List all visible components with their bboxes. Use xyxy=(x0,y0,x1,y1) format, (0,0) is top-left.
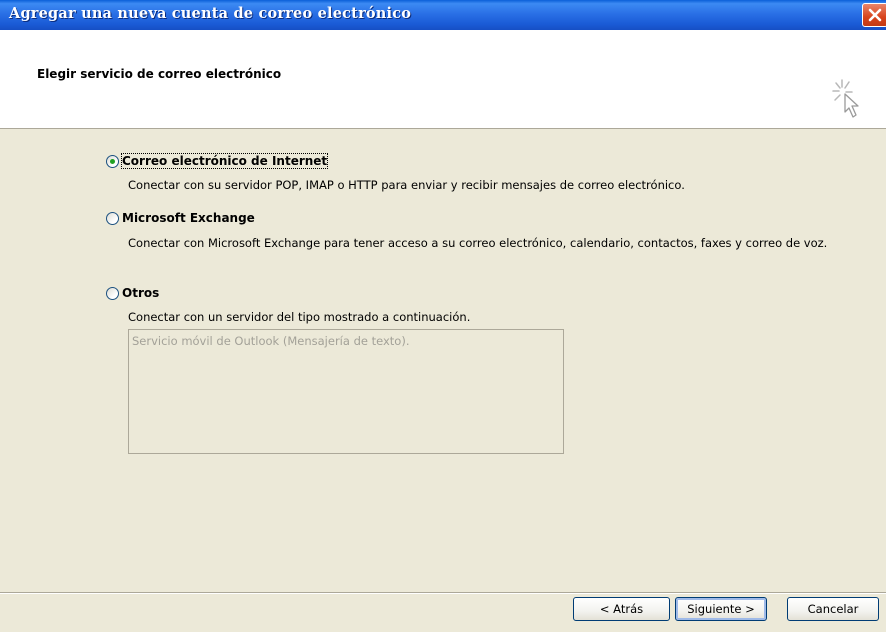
wizard-header: Elegir servicio de correo electrónico xyxy=(0,30,886,129)
option-others[interactable]: Otros xyxy=(106,286,159,300)
option-label: Microsoft Exchange xyxy=(122,211,255,225)
next-button[interactable]: Siguiente > xyxy=(675,597,767,621)
option-label: Correo electrónico de Internet xyxy=(120,153,329,169)
radio-internet-email[interactable] xyxy=(106,154,119,168)
title-bar[interactable]: Agregar una nueva cuenta de correo elect… xyxy=(0,0,886,30)
radio-others[interactable] xyxy=(106,286,119,300)
radio-microsoft-exchange[interactable] xyxy=(106,211,119,225)
close-icon xyxy=(868,8,882,22)
window-title: Agregar una nueva cuenta de correo elect… xyxy=(9,5,412,22)
option-description: Conectar con su servidor POP, IMAP o HTT… xyxy=(128,178,685,192)
footer-divider xyxy=(0,592,886,594)
option-description: Conectar con Microsoft Exchange para ten… xyxy=(128,236,828,250)
option-microsoft-exchange[interactable]: Microsoft Exchange xyxy=(106,211,255,225)
wizard-cursor-icon xyxy=(832,79,859,118)
page-title: Elegir servicio de correo electrónico xyxy=(37,67,282,81)
option-internet-email[interactable]: Correo electrónico de Internet xyxy=(106,153,329,169)
cancel-button[interactable]: Cancelar xyxy=(787,597,879,621)
option-label: Otros xyxy=(122,286,160,300)
back-button[interactable]: < Atrás xyxy=(573,597,670,621)
close-button[interactable] xyxy=(862,3,886,27)
list-item: Servicio móvil de Outlook (Mensajería de… xyxy=(132,334,410,348)
option-description: Conectar con un servidor del tipo mostra… xyxy=(128,310,471,324)
other-services-list: Servicio móvil de Outlook (Mensajería de… xyxy=(128,329,564,454)
